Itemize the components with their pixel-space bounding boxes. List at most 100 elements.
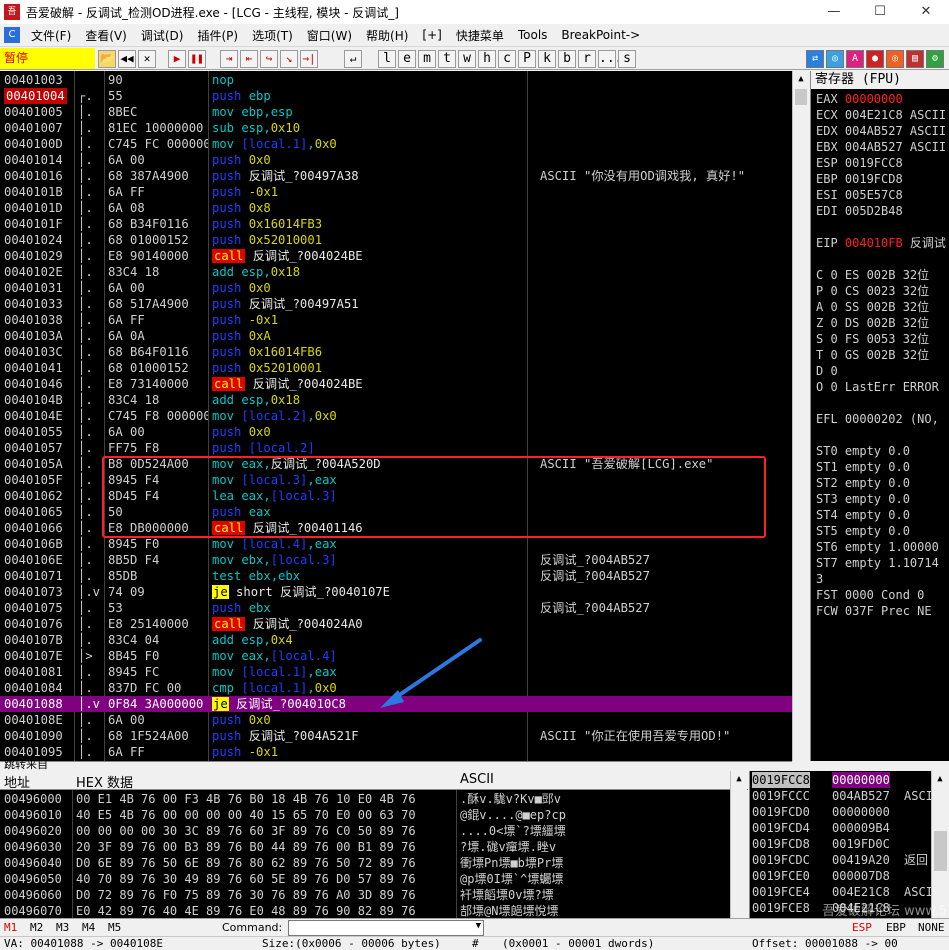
disasm-row[interactable]: 0040101B │. 6A FF push -0x1: [0, 184, 792, 200]
register-line[interactable]: ST1 empty 0.0: [816, 459, 910, 475]
register-line[interactable]: C 0 ES 002B 32位: [816, 267, 929, 283]
disasm-row[interactable]: 00401003 90 nop: [0, 72, 792, 88]
register-line[interactable]: FST 0000 Cond 0: [816, 587, 924, 603]
disasm-row[interactable]: 00401088 │.v 0F84 3A000000 je 反调试_?004010C8: [0, 696, 792, 712]
stack-row[interactable]: 0019FCC8 00000000: [750, 772, 931, 788]
breakpoints-button[interactable]: b: [558, 50, 576, 68]
menu-view[interactable]: 查看(V): [78, 27, 134, 44]
dump-row[interactable]: 00496000 00 E1 4B 76 00 F3 4B 76 B0 18 4B…: [0, 791, 730, 807]
stack-row[interactable]: 0019FCD4 000009B4: [750, 820, 931, 836]
trace-into-icon[interactable]: ↪: [260, 50, 278, 68]
disasm-row[interactable]: 0040103C │. 68 B64F0116 push 0x16014FB6: [0, 344, 792, 360]
register-line[interactable]: ST0 empty 0.0: [816, 443, 910, 459]
disasm-row[interactable]: 0040105F │. 8945 F4 mov [local.3],eax: [0, 472, 792, 488]
menu-options[interactable]: 选项(T): [245, 27, 300, 44]
disasm-row[interactable]: 00401075 │. 53 push ebx 反调试_?004AB527: [0, 600, 792, 616]
dump-row[interactable]: 00496050 40 70 89 76 30 49 89 76 60 5E 89…: [0, 871, 730, 887]
disasm-row[interactable]: 0040107B │. 83C4 04 add esp,0x4: [0, 632, 792, 648]
register-line[interactable]: EIP 004010FB 反调试: [816, 235, 946, 251]
step-into-icon[interactable]: ⇥: [220, 50, 238, 68]
disasm-row[interactable]: 00401016 │. 68 387A4900 push 反调试_?00497A38 A…: [0, 168, 792, 184]
run-trace-button[interactable]: ...: [598, 50, 622, 68]
log-window-button[interactable]: l: [378, 50, 396, 68]
patches-button[interactable]: P: [518, 50, 536, 68]
disasm-row[interactable]: 00401084 │. 837D FC 00 cmp [local.1],0x0: [0, 680, 792, 696]
stack-row[interactable]: 0019FCCC 004AB527 ASCII: [750, 788, 931, 804]
disasm-row[interactable]: 00401031 │. 6A 00 push 0x0: [0, 280, 792, 296]
stack-row[interactable]: 0019FCE0 000007D8: [750, 868, 931, 884]
dump-row[interactable]: 00496070 E0 42 89 76 40 4E 89 76 E0 48 89…: [0, 903, 730, 918]
disasm-row[interactable]: 00401057 │. FF75 F8 push [local.2]: [0, 440, 792, 456]
cpu-window-icon[interactable]: C: [4, 27, 20, 43]
register-line[interactable]: EBP 0019FCD8: [816, 171, 903, 187]
registers-pane[interactable]: 寄存器 (FPU) EAX 00000000 ECX 004E21C8 ASCII…: [810, 71, 949, 761]
command-input[interactable]: ▼: [288, 920, 484, 936]
disasm-row[interactable]: 0040105A │. B8 0D524A00 mov eax,反调试_?004A52…: [0, 456, 792, 472]
register-line[interactable]: EDI 005D2B48: [816, 203, 903, 219]
register-line[interactable]: ST3 empty 0.0: [816, 491, 910, 507]
esp-button[interactable]: ESP: [852, 921, 872, 934]
maximize-button[interactable]: ☐: [857, 0, 903, 24]
menu-help[interactable]: 帮助(H): [359, 27, 415, 44]
disasm-row[interactable]: 0040106E │. 8B5D F4 mov ebx,[local.3] 反调试_?0…: [0, 552, 792, 568]
memory-tab-m3[interactable]: M3: [56, 921, 69, 934]
goto-icon[interactable]: ↵: [344, 50, 362, 68]
register-line[interactable]: ST6 empty 1.00000: [816, 539, 939, 555]
close-process-icon[interactable]: ✕: [138, 50, 156, 68]
dump-row[interactable]: 00496040 D0 6E 89 76 50 6E 89 76 80 62 89…: [0, 855, 730, 871]
ring-icon[interactable]: ◎: [886, 50, 904, 68]
record-icon[interactable]: ●: [866, 50, 884, 68]
register-line[interactable]: FCW 037F Prec NE: [816, 603, 932, 619]
chevron-down-icon[interactable]: ▼: [476, 921, 481, 931]
disasm-row[interactable]: 00401090 │. 68 1F524A00 push 反调试_?004A521F A…: [0, 728, 792, 744]
register-line[interactable]: S 0 FS 0053 32位: [816, 331, 929, 347]
ebp-button[interactable]: EBP: [886, 921, 906, 934]
menu-tools[interactable]: Tools: [511, 28, 555, 42]
executable-modules-button[interactable]: e: [398, 50, 416, 68]
register-line[interactable]: Z 0 DS 002B 32位: [816, 315, 929, 331]
dump-row[interactable]: 00496030 20 3F 89 76 00 B3 89 76 B0 44 89…: [0, 839, 730, 855]
close-button[interactable]: ✕: [903, 0, 949, 24]
register-line[interactable]: A 0 SS 002B 32位: [816, 299, 929, 315]
restart-icon[interactable]: ◀◀: [118, 50, 136, 68]
disasm-row[interactable]: 0040107E │> 8B45 F0 mov eax,[local.4]: [0, 648, 792, 664]
memory-tab-m5[interactable]: M5: [108, 921, 121, 934]
disasm-row[interactable]: 00401024 │. 68 01000152 push 0x52010001: [0, 232, 792, 248]
register-line[interactable]: ST5 empty 0.0: [816, 523, 910, 539]
disasm-row[interactable]: 00401071 │. 85DB test ebx,ebx 反调试_?004AB527: [0, 568, 792, 584]
memory-tab-m4[interactable]: M4: [82, 921, 95, 934]
disasm-row[interactable]: 00401073 │.v 74 09 je short 反调试_?0040107E: [0, 584, 792, 600]
stack-scrollbar[interactable]: ▲: [931, 771, 949, 918]
dump-row[interactable]: 00496060 D0 72 89 76 F0 75 89 76 30 76 89…: [0, 887, 730, 903]
run-icon[interactable]: ▶: [168, 50, 186, 68]
windows-button[interactable]: w: [458, 50, 476, 68]
stack-pane[interactable]: 0019FCC8000000000019FCCC004AB527ASCII001…: [749, 771, 931, 918]
register-line[interactable]: ESP 0019FCC8: [816, 155, 903, 171]
handles-button[interactable]: h: [478, 50, 496, 68]
disassembly-pane[interactable]: 00401003 90 nop 00401004 ┌. 55 push ebp 0040100…: [0, 71, 792, 761]
disasm-row[interactable]: 00401005 │. 8BEC mov ebp,esp: [0, 104, 792, 120]
step-over-icon[interactable]: ⇤: [240, 50, 258, 68]
register-line[interactable]: EDX 004AB527 ASCII: [816, 123, 946, 139]
disassembly-scrollbar[interactable]: ▲: [792, 71, 809, 761]
open-icon[interactable]: 📂: [98, 50, 116, 68]
register-line[interactable]: ESI 005E57C8: [816, 187, 903, 203]
dump-row[interactable]: 00496010 40 E5 4B 76 00 00 00 00 40 15 65…: [0, 807, 730, 823]
pause-icon[interactable]: ❚❚: [188, 50, 206, 68]
menu-shortcut[interactable]: 快捷菜单: [449, 27, 511, 44]
target-icon[interactable]: ◎: [826, 50, 844, 68]
panel-icon[interactable]: ▤: [906, 50, 924, 68]
menu-plus[interactable]: [+]: [415, 28, 448, 42]
cpu-button[interactable]: c: [498, 50, 516, 68]
stack-row[interactable]: 0019FCDC 00419A20 返回: [750, 852, 931, 868]
swap-icon[interactable]: ⇄: [806, 50, 824, 68]
register-line[interactable]: EAX 00000000: [816, 91, 903, 107]
register-line[interactable]: ECX 004E21C8 ASCII: [816, 107, 946, 123]
threads-button[interactable]: t: [438, 50, 456, 68]
disasm-row[interactable]: 0040100D │. C745 FC 00000000 mov [local.1],…: [0, 136, 792, 152]
minimize-button[interactable]: —: [811, 0, 857, 24]
stack-row[interactable]: 0019FCD0 00000000: [750, 804, 931, 820]
disasm-row[interactable]: 00401029 │. E8 90140000 call 反调试_?004024BE: [0, 248, 792, 264]
memory-dump-pane[interactable]: 00496000 00 E1 4B 76 00 F3 4B 76 B0 18 4B…: [0, 790, 730, 918]
register-line[interactable]: 3: [816, 571, 823, 587]
